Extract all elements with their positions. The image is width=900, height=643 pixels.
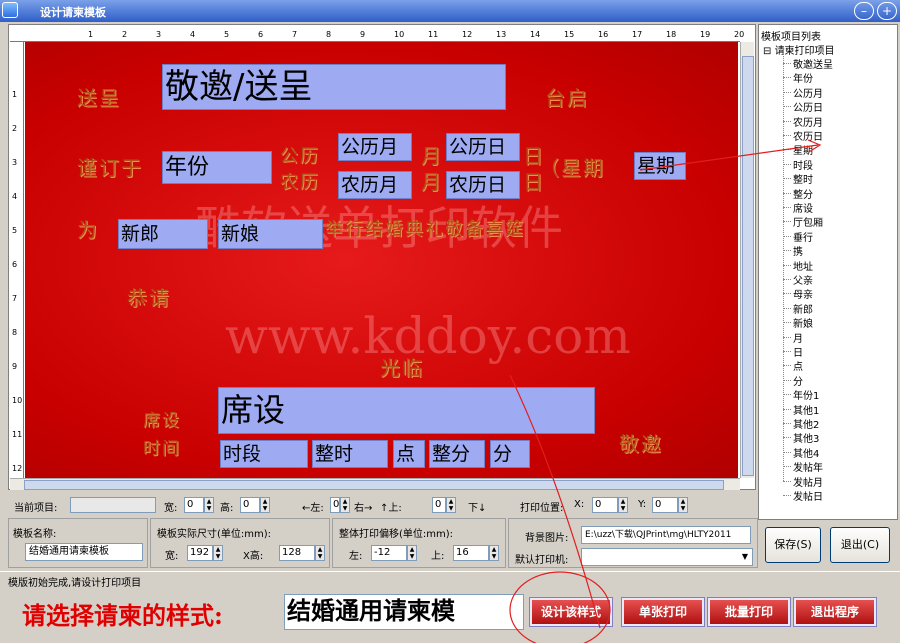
annotation-overlay: [509, 139, 822, 643]
